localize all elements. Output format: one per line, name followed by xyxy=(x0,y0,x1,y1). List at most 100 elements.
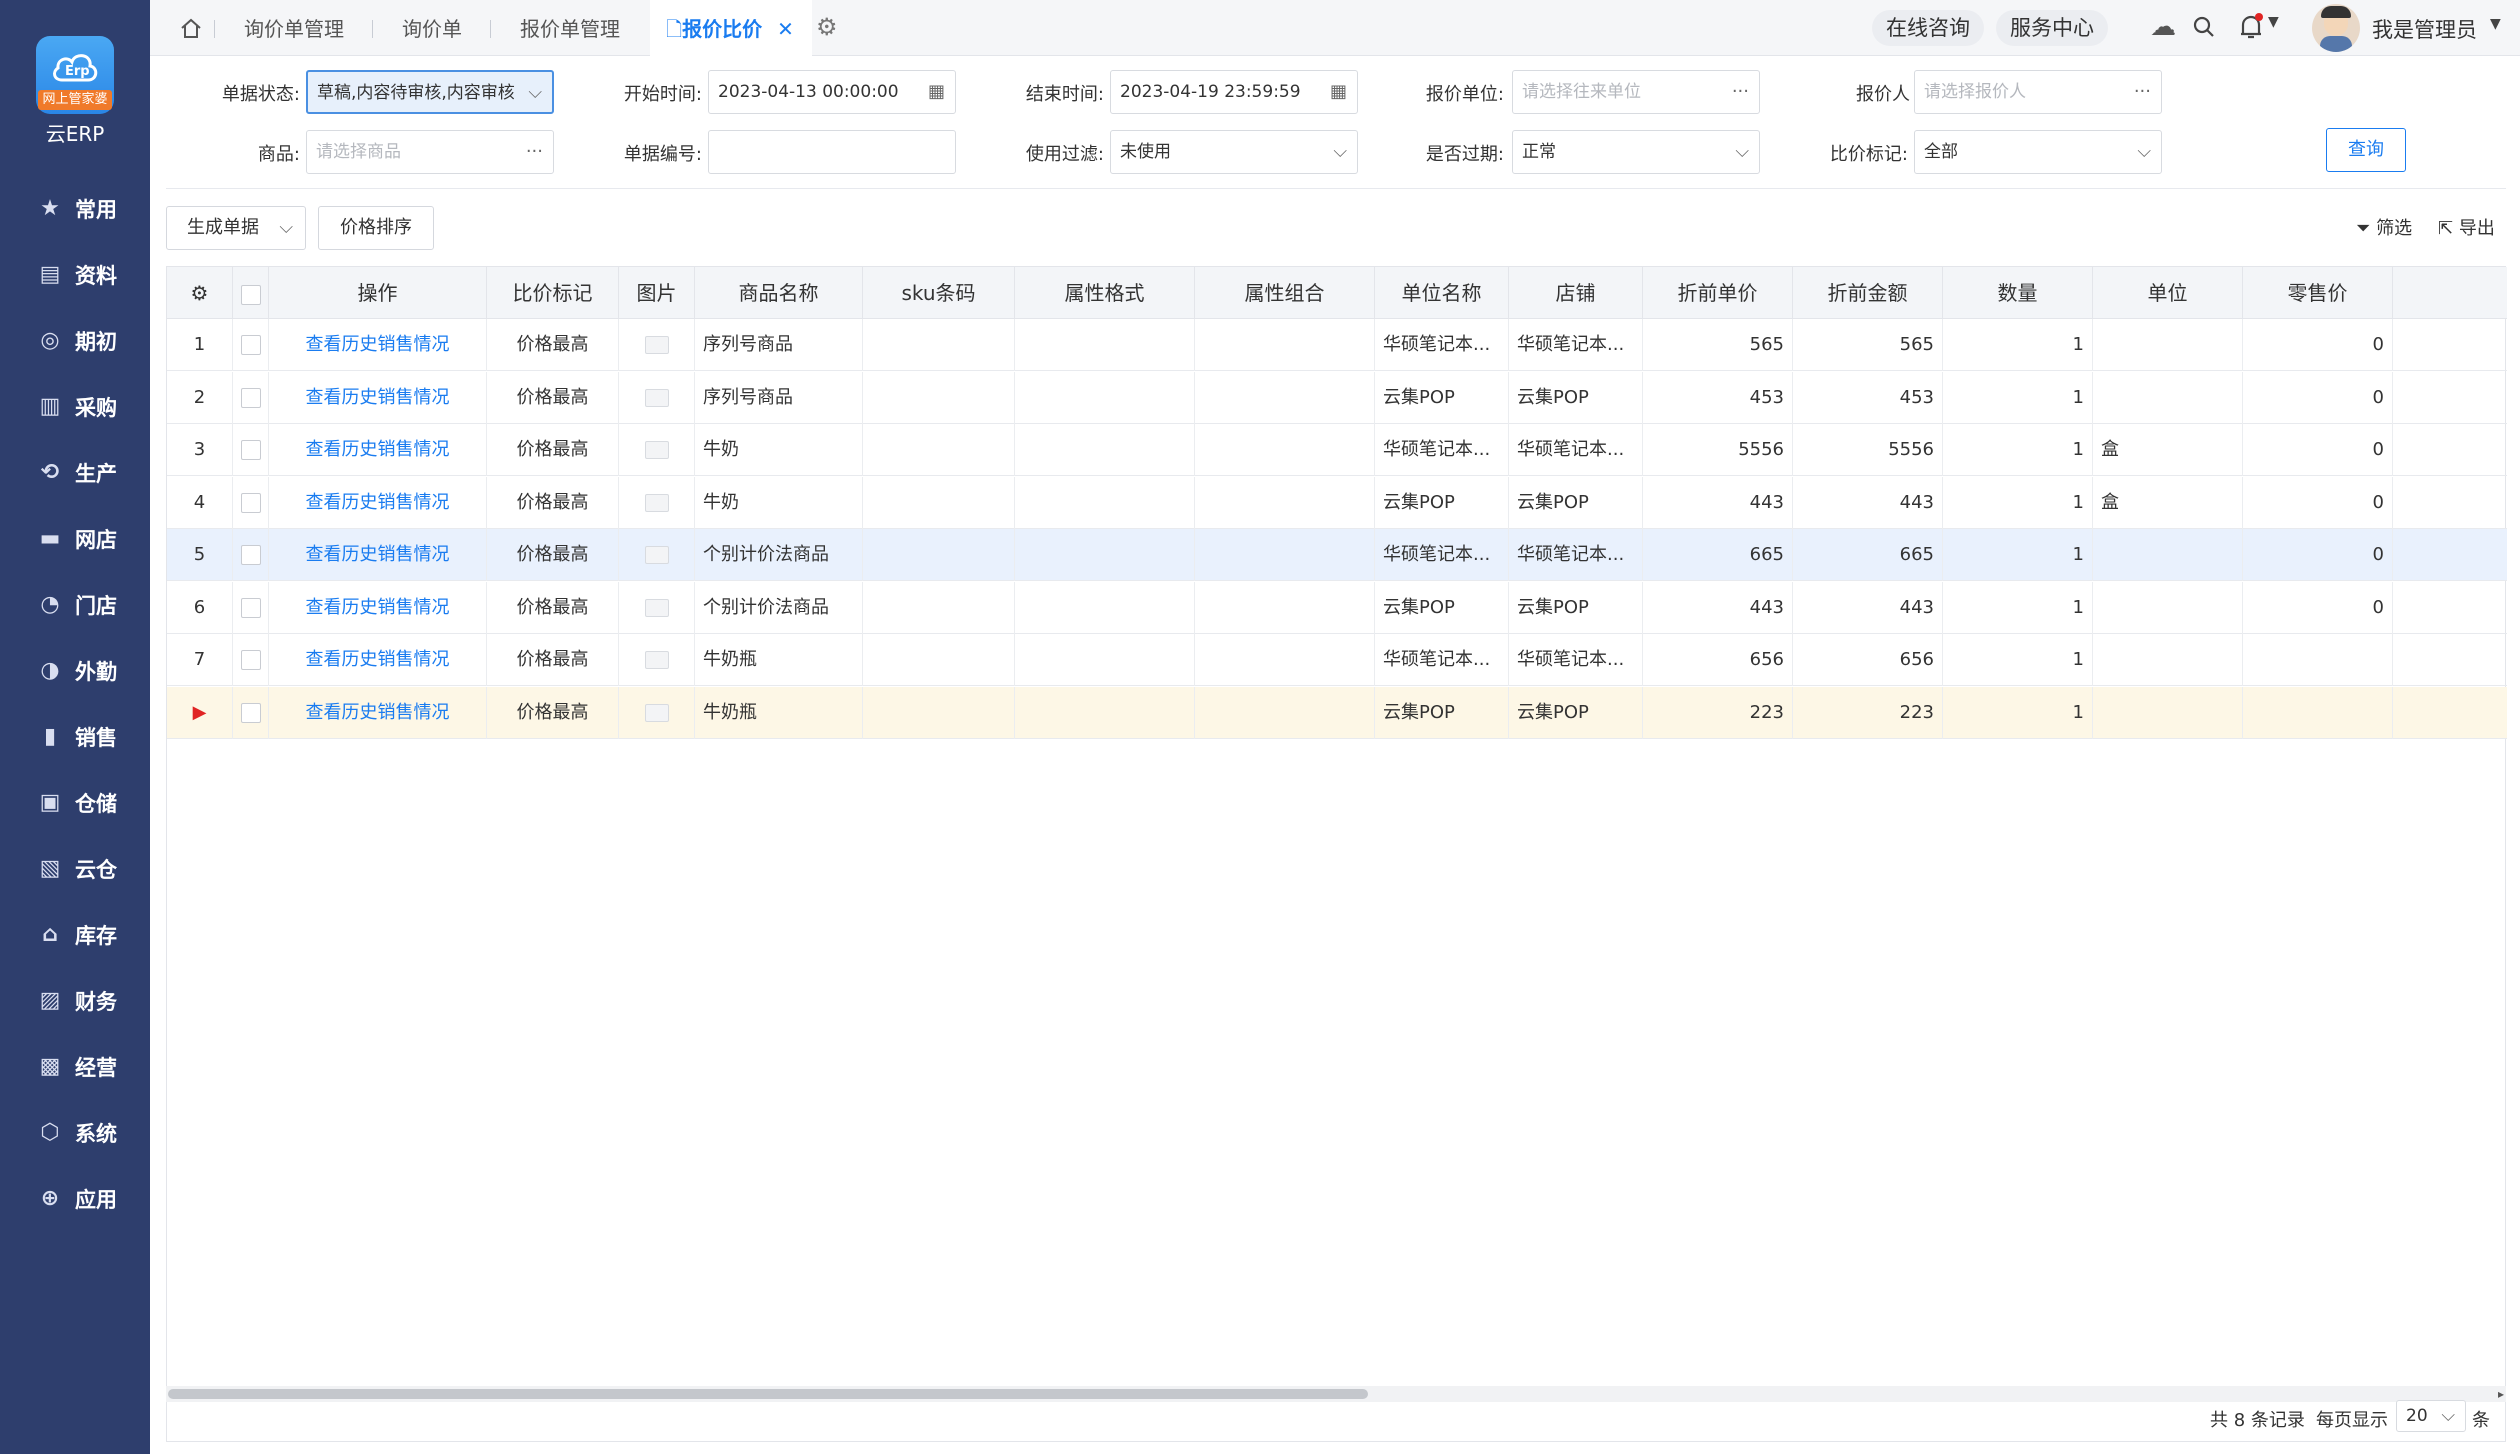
table-row[interactable]: 5 查看历史销售情况 价格最高 个别计价法商品 华硕笔记本... 华硕笔记本... 665 6… xyxy=(167,529,2507,581)
sidebar-item[interactable]: ⌂ 库存 xyxy=(0,902,150,968)
sidebar-item[interactable]: ▨ 财务 xyxy=(0,968,150,1034)
bill-number-input[interactable] xyxy=(708,130,956,174)
sidebar-item[interactable]: ▥ 采购 xyxy=(0,374,150,440)
query-button[interactable]: 查询 xyxy=(2326,128,2406,172)
column-header-compare-mark[interactable]: 比价标记 xyxy=(487,267,619,319)
quote-unit-input[interactable]: 请选择往来单位 ··· xyxy=(1512,70,1760,114)
bell-icon[interactable] xyxy=(2238,13,2264,41)
view-sales-history-link[interactable]: 查看历史销售情况 xyxy=(269,424,487,476)
row-checkbox[interactable] xyxy=(240,650,261,670)
row-checkbox-cell[interactable] xyxy=(233,476,269,529)
price-sort-button[interactable]: 价格排序 xyxy=(318,206,434,250)
sidebar-item[interactable]: ▧ 云仓 xyxy=(0,836,150,902)
home-icon[interactable] xyxy=(180,17,202,39)
sidebar-item[interactable]: ◔ 门店 xyxy=(0,572,150,638)
sidebar-item[interactable]: ◑ 外勤 xyxy=(0,638,150,704)
calendar-icon[interactable]: ▦ xyxy=(1330,71,1347,113)
tab-inquiry-management[interactable]: 询价单管理 xyxy=(244,0,344,56)
sidebar-item[interactable]: ▩ 经营 xyxy=(0,1034,150,1100)
calendar-icon[interactable]: ▦ xyxy=(928,71,945,113)
compare-mark-select[interactable]: 全部 ⌵ xyxy=(1914,130,2162,174)
row-checkbox-cell[interactable] xyxy=(233,424,269,476)
row-checkbox-cell[interactable] xyxy=(233,634,269,686)
select-all-checkbox[interactable] xyxy=(240,284,261,305)
avatar[interactable] xyxy=(2312,4,2360,52)
online-consult-button[interactable]: 在线咨询 xyxy=(1872,10,1984,46)
per-page-select[interactable]: 20 ⌵ xyxy=(2396,1400,2466,1432)
table-row[interactable]: 2 查看历史销售情况 价格最高 序列号商品 云集POP 云集POP 453 453 1 0 xyxy=(167,371,2507,424)
tab-inquiry[interactable]: 询价单 xyxy=(402,0,462,56)
row-checkbox-cell[interactable] xyxy=(233,319,269,371)
export-button[interactable]: ⇱ 导出 xyxy=(2438,214,2495,240)
column-header-attr-format[interactable]: 属性格式 xyxy=(1015,267,1195,319)
goods-input[interactable]: 请选择商品 ··· xyxy=(306,130,554,174)
generate-bill-button[interactable]: 生成单据 ⌵ xyxy=(166,206,306,250)
table-row[interactable]: 4 查看历史销售情况 价格最高 牛奶 云集POP 云集POP 443 443 1 盒 0 xyxy=(167,476,2507,529)
more-icon[interactable]: ··· xyxy=(2134,71,2151,113)
column-header-sku-barcode[interactable]: sku条码 xyxy=(863,267,1015,319)
tab-settings-gear-icon[interactable]: ⚙ xyxy=(816,13,838,41)
column-settings-gear-icon[interactable]: ⚙ xyxy=(167,267,233,319)
more-icon[interactable]: ··· xyxy=(526,131,543,173)
use-filter-select[interactable]: 未使用 ⌵ xyxy=(1110,130,1358,174)
scroll-right-arrow-icon[interactable]: ▸ xyxy=(2498,1387,2504,1401)
column-header-product-name[interactable]: 商品名称 xyxy=(695,267,863,319)
view-sales-history-link[interactable]: 查看历史销售情况 xyxy=(269,581,487,634)
horizontal-scrollbar[interactable]: ▸ xyxy=(166,1386,2506,1402)
column-header-unit[interactable]: 单位 xyxy=(2093,267,2243,319)
select-all-checkbox-cell[interactable] xyxy=(233,267,269,319)
column-header-image[interactable]: 图片 xyxy=(619,267,695,319)
row-checkbox[interactable] xyxy=(240,545,261,565)
more-icon[interactable]: ··· xyxy=(1732,71,1749,113)
start-time-input[interactable]: 2023-04-13 00:00:00 ▦ xyxy=(708,70,956,114)
row-checkbox-cell[interactable] xyxy=(233,581,269,634)
close-icon[interactable]: ✕ xyxy=(777,17,794,41)
row-checkbox-cell[interactable] xyxy=(233,529,269,581)
status-select[interactable]: 草稿,内容待审核,内容审核 ⌵ xyxy=(306,70,554,114)
tab-quote-compare[interactable]: 🗋报价比价 ✕ xyxy=(650,0,812,56)
chevron-down-icon[interactable]: ▼ xyxy=(2490,16,2501,32)
service-center-button[interactable]: 服务中心 xyxy=(1996,10,2108,46)
row-checkbox[interactable] xyxy=(240,335,261,355)
view-sales-history-link[interactable]: 查看历史销售情况 xyxy=(269,319,487,371)
filter-button[interactable]: ⏷ 筛选 xyxy=(2356,214,2412,240)
column-header-unit-name[interactable]: 单位名称 xyxy=(1375,267,1509,319)
sidebar-item[interactable]: ⊕ 应用 xyxy=(0,1166,150,1232)
column-header-pre-discount-amount[interactable]: 折前金额 xyxy=(1793,267,1943,319)
row-checkbox[interactable] xyxy=(240,387,261,408)
table-row[interactable]: ▶ 查看历史销售情况 价格最高 牛奶瓶 云集POP 云集POP 223 223 1 xyxy=(167,686,2507,739)
row-checkbox[interactable] xyxy=(240,440,261,460)
view-sales-history-link[interactable]: 查看历史销售情况 xyxy=(269,476,487,529)
row-checkbox-cell[interactable] xyxy=(233,686,269,739)
quoter-input[interactable]: 请选择报价人 ··· xyxy=(1914,70,2162,114)
row-checkbox[interactable] xyxy=(240,597,261,618)
view-sales-history-link[interactable]: 查看历史销售情况 xyxy=(269,371,487,424)
table-row[interactable]: 7 查看历史销售情况 价格最高 牛奶瓶 华硕笔记本... 华硕笔记本... 656 656 1 xyxy=(167,634,2507,686)
cloud-download-icon[interactable]: ☁ xyxy=(2150,12,2176,42)
sidebar-item[interactable]: ⟲ 生产 xyxy=(0,440,150,506)
view-sales-history-link[interactable]: 查看历史销售情况 xyxy=(269,686,487,739)
sidebar-item[interactable]: ⬡ 系统 xyxy=(0,1100,150,1166)
sidebar-item[interactable]: ▣ 仓储 xyxy=(0,770,150,836)
table-row[interactable]: 1 查看历史销售情况 价格最高 序列号商品 华硕笔记本... 华硕笔记本... 565 565… xyxy=(167,319,2507,371)
sidebar-item[interactable]: ◎ 期初 xyxy=(0,308,150,374)
expired-select[interactable]: 正常 ⌵ xyxy=(1512,130,1760,174)
sidebar-item[interactable]: ★ 常用 xyxy=(0,176,150,242)
column-header-retail-price[interactable]: 零售价 xyxy=(2243,267,2393,319)
username[interactable]: 我是管理员 xyxy=(2372,14,2477,44)
table-row[interactable]: 3 查看历史销售情况 价格最高 牛奶 华硕笔记本... 华硕笔记本... 5556 5556 1… xyxy=(167,424,2507,476)
table-row[interactable]: 6 查看历史销售情况 价格最高 个别计价法商品 云集POP 云集POP 443 443 1 0 xyxy=(167,581,2507,634)
row-checkbox[interactable] xyxy=(240,492,261,513)
column-header-attr-combo[interactable]: 属性组合 xyxy=(1195,267,1375,319)
row-checkbox-cell[interactable] xyxy=(233,371,269,424)
view-sales-history-link[interactable]: 查看历史销售情况 xyxy=(269,634,487,686)
column-header-quantity[interactable]: 数量 xyxy=(1943,267,2093,319)
tab-quote-management[interactable]: 报价单管理 xyxy=(520,0,620,56)
chevron-down-icon[interactable]: ▼ xyxy=(2268,14,2279,30)
scrollbar-thumb[interactable] xyxy=(168,1389,1368,1399)
column-header-shop[interactable]: 店铺 xyxy=(1509,267,1643,319)
column-header-pre-discount-price[interactable]: 折前单价 xyxy=(1643,267,1793,319)
sidebar-item[interactable]: ▬ 网店 xyxy=(0,506,150,572)
end-time-input[interactable]: 2023-04-19 23:59:59 ▦ xyxy=(1110,70,1358,114)
sidebar-item[interactable]: ▮ 销售 xyxy=(0,704,150,770)
